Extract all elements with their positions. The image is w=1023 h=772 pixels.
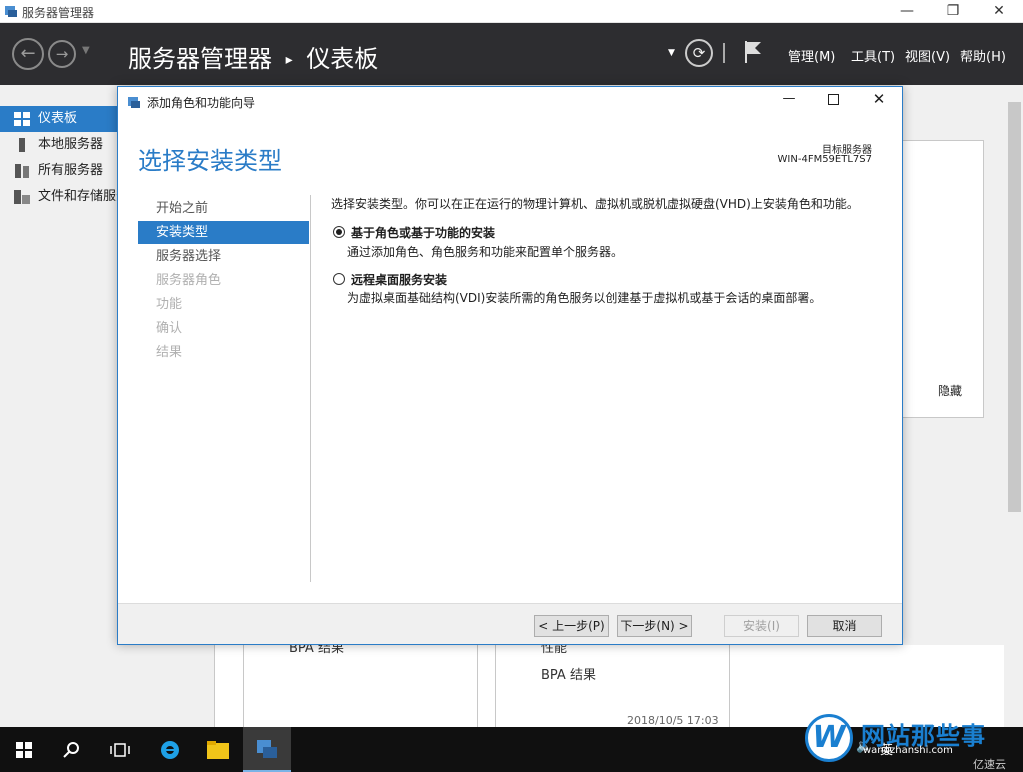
dropdown-arrow-icon[interactable]: ▼ [668,48,675,58]
menu-tools[interactable]: 工具(T) [851,46,895,65]
close-button[interactable]: ✕ [976,0,1022,22]
wizard-step-confirmation: 确认 [156,321,183,336]
minimize-button[interactable]: — [884,0,930,22]
breadcrumb: 服务器管理器 ▸ 仪表板 [128,39,378,74]
server-icon [19,138,25,152]
storage-icon [14,190,30,204]
tile-bpa-text[interactable]: BPA 结果 [541,664,596,683]
menu-view[interactable]: 视图(V) [905,46,950,65]
window-title: 服务器管理器 [22,6,95,20]
scrollbar-thumb[interactable] [1008,102,1021,512]
back-button[interactable]: ← [12,38,44,70]
sidebar-item-label: 仪表板 [38,111,78,126]
breadcrumb-separator-icon: ▸ [285,52,293,68]
add-roles-wizard-dialog: 添加角色和功能向导 — ✕ 选择安装类型 目标服务器 WIN-4FM59ETL7… [117,86,903,645]
wizard-step-installation-type[interactable]: 安装类型 [138,221,309,244]
dialog-maximize-button[interactable] [823,92,845,110]
breadcrumb-current: 仪表板 [306,45,379,73]
window-titlebar: 服务器管理器 — ❐ ✕ [0,0,1023,23]
remote-desktop-option-desc: 为虚拟桌面基础结构(VDI)安装所需的角色服务以创建基于虚拟机或基于会话的桌面部… [347,291,822,305]
task-view-icon [110,742,130,757]
target-server-value: WIN-4FM59ETL7S7 [777,154,872,165]
previous-button[interactable]: < 上一步(P) [534,615,609,637]
sidebar-item-all-servers[interactable]: 所有服务器 [0,158,118,184]
start-button[interactable] [0,727,48,772]
windows-logo-icon [16,741,32,758]
breadcrumb-root[interactable]: 服务器管理器 [128,45,272,73]
server-manager-taskbar-button[interactable] [243,727,291,772]
remote-desktop-option-title[interactable]: 远程桌面服务安装 [351,271,447,288]
app-header: ← → ▼ 服务器管理器 ▸ 仪表板 ▼ ⟳ 管理(M) 工具(T) 视图(V)… [0,23,1023,85]
server-tile-1[interactable]: BPA 结果 [243,641,478,730]
task-view-button[interactable] [96,727,144,772]
history-dropdown-icon[interactable]: ▼ [82,45,90,56]
watermark: W 网站那些事 wangzhanshi.com 亿速云 [805,712,1023,772]
wizard-step-features: 功能 [156,297,183,312]
notifications-flag-icon[interactable] [743,39,763,65]
sidebar-item-dashboard[interactable]: 仪表板 [0,106,118,132]
sidebar-item-file-storage[interactable]: 文件和存储服务 [0,184,118,210]
folder-icon [207,740,229,759]
file-explorer-button[interactable] [194,727,242,772]
role-based-option-title[interactable]: 基于角色或基于功能的安装 [351,224,495,241]
dialog-title: 添加角色和功能向导 [147,96,256,110]
wizard-step-before-you-begin[interactable]: 开始之前 [138,197,309,220]
watermark-url: wangzhanshi.com [863,745,953,756]
server-manager-icon [5,6,17,17]
internet-explorer-icon [161,740,179,759]
search-button[interactable] [48,727,96,772]
tile-timestamp: 2018/10/5 17:03 [627,714,719,727]
dialog-minimize-button[interactable]: — [778,91,800,109]
dashboard-icon [14,112,30,126]
page-title: 选择安装类型 [138,147,282,175]
search-icon [63,741,79,758]
sidebar: 仪表板 本地服务器 所有服务器 文件和存储服务 [0,85,118,730]
server-tile-2[interactable]: 性能 BPA 结果 2018/10/5 17:03 [495,641,730,730]
header-divider [723,43,725,63]
hide-link[interactable]: 隐藏 [938,382,962,399]
menu-manage[interactable]: 管理(M) [788,46,835,65]
remote-desktop-radio[interactable] [333,273,345,285]
wizard-step-results: 结果 [156,345,183,360]
sidebar-item-label: 所有服务器 [38,163,104,178]
sidebar-item-label: 本地服务器 [38,137,104,152]
next-button[interactable]: 下一步(N) > [617,615,692,637]
servers-icon [15,164,29,178]
cancel-button[interactable]: 取消 [807,615,882,637]
forward-button[interactable]: → [48,40,76,68]
role-based-option-desc: 通过添加角色、角色服务和功能来配置单个服务器。 [347,245,624,259]
wizard-icon [128,97,140,108]
install-button: 安装(I) [724,615,799,637]
steps-divider [310,195,311,582]
welcome-panel [902,140,984,418]
sidebar-item-label: 文件和存储服务 [38,189,118,204]
wizard-step-server-selection[interactable]: 服务器选择 [138,245,309,268]
watermark-brand: 亿速云 [973,758,1006,771]
ie-button[interactable] [146,727,194,772]
role-based-radio[interactable] [333,226,345,238]
refresh-icon[interactable]: ⟳ [685,39,713,67]
sidebar-item-local-server[interactable]: 本地服务器 [0,132,118,158]
dialog-close-button[interactable]: ✕ [868,90,890,108]
restore-button[interactable]: ❐ [930,0,976,22]
dialog-footer: < 上一步(P) 下一步(N) > 安装(I) 取消 [118,603,902,644]
menu-help[interactable]: 帮助(H) [960,46,1006,65]
server-manager-icon [257,739,277,758]
intro-text: 选择安装类型。你可以在正在运行的物理计算机、虚拟机或脱机虚拟硬盘(VHD)上安装… [331,197,859,211]
wizard-step-server-roles: 服务器角色 [156,273,222,288]
watermark-logo-icon: W [805,714,853,762]
